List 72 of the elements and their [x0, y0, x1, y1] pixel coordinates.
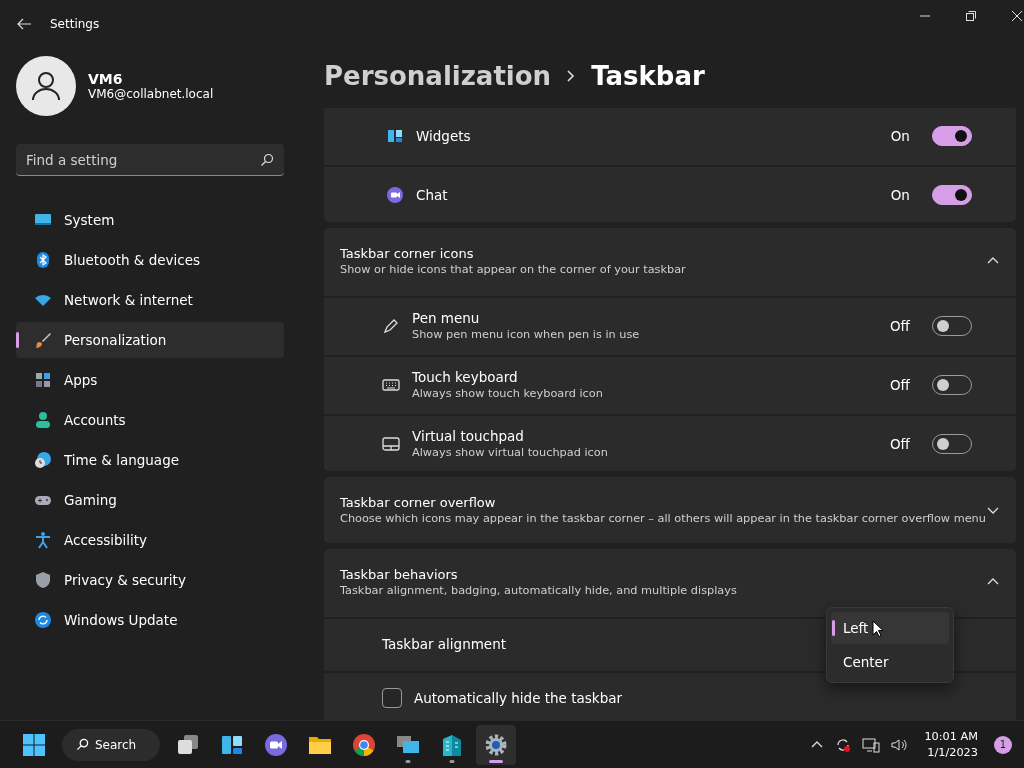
notification-badge[interactable]: 1: [994, 735, 1012, 754]
clock-date: 1/1/2023: [927, 744, 978, 761]
clock-time: 10:01 AM: [924, 728, 978, 745]
toggle-status: On: [890, 186, 910, 203]
back-arrow-icon: [16, 16, 32, 32]
apps-icon: [34, 371, 52, 389]
toggle-status: Off: [889, 435, 910, 452]
building-icon: [440, 732, 464, 757]
toggle-status: Off: [889, 317, 910, 334]
task-view-icon: [176, 732, 200, 757]
setting-label: Taskbar alignment: [382, 636, 508, 652]
toggle-switch[interactable]: [931, 184, 972, 205]
chat-icon: [386, 185, 404, 204]
user-email: VM6@collabnet.local: [88, 87, 214, 101]
menu-option[interactable]: Left: [831, 612, 949, 644]
nav-item[interactable]: Personalization: [16, 322, 284, 358]
setting-description: Always show virtual touchpad icon: [412, 446, 609, 459]
taskbar-search[interactable]: Search: [62, 728, 160, 761]
group-title: Taskbar corner overflow: [340, 495, 497, 510]
setting-label: Pen menu: [412, 310, 481, 326]
shield-icon: [34, 571, 52, 589]
taskbar-button[interactable]: [476, 724, 516, 765]
window-title: Settings: [50, 17, 100, 31]
nav-item[interactable]: Gaming: [16, 482, 284, 518]
setting-label: Virtual touchpad: [412, 428, 525, 444]
nav-item[interactable]: Accessibility: [16, 522, 284, 558]
group-subtitle: Taskbar alignment, badging, automatically hide, and multiple displays: [340, 584, 737, 597]
windows-icon: [22, 732, 46, 757]
user-name: VM6: [88, 71, 124, 87]
setting-description: Always show touch keyboard icon: [412, 387, 604, 400]
nav-item[interactable]: Time & language: [16, 442, 284, 478]
setting-label: Chat: [416, 186, 449, 203]
group-title: Taskbar behaviors: [340, 567, 459, 582]
search-icon: [260, 152, 274, 167]
setting-label: Widgets: [416, 127, 472, 144]
avatar: [16, 56, 76, 116]
nav-item[interactable]: Network & internet: [16, 282, 284, 318]
chat-icon: [264, 732, 288, 757]
group-subtitle: Choose which icons may appear in the taskbar corner – all others will appear in the taskbar corner overflow menu: [340, 512, 986, 525]
nav-item[interactable]: Windows Update: [16, 602, 284, 638]
gear-icon: [484, 732, 508, 757]
nav-item[interactable]: Apps: [16, 362, 284, 398]
globe-clock-icon: [34, 451, 52, 469]
search-field[interactable]: Find a setting: [16, 144, 284, 176]
bluetooth-icon: [34, 251, 52, 269]
person-icon: [34, 411, 52, 429]
nav-item[interactable]: Bluetooth & devices: [16, 242, 284, 278]
network-icon: [862, 735, 881, 754]
setting-label: Touch keyboard: [412, 369, 519, 385]
browser-icon: [352, 732, 376, 757]
setting-label: Automatically hide the taskbar: [414, 690, 624, 706]
toggle-status: Off: [889, 376, 910, 393]
restore-icon: [965, 11, 976, 21]
menu-option[interactable]: Center: [831, 646, 949, 678]
close-icon: [1011, 11, 1022, 21]
accessibility-icon: [34, 531, 52, 549]
checkbox[interactable]: [382, 688, 402, 708]
toggle-status: On: [890, 127, 910, 144]
cursor-icon: [872, 619, 884, 637]
nav-item[interactable]: Privacy & security: [16, 562, 284, 598]
breadcrumb-link[interactable]: Personalization: [324, 61, 552, 91]
nav-item[interactable]: System: [16, 202, 284, 238]
toggle-switch[interactable]: [931, 125, 972, 146]
group-title: Taskbar corner icons: [340, 246, 475, 261]
touchpad-icon: [382, 434, 400, 453]
search-icon: [76, 738, 89, 751]
setting-description: Show pen menu icon when pen is in use: [412, 328, 641, 341]
page-title: Taskbar: [591, 61, 705, 91]
group-subtitle: Show or hide icons that appear on the corner of your taskbar: [340, 263, 686, 276]
paintbrush-icon: [34, 331, 52, 349]
sync-icon: [34, 611, 52, 629]
nav-item[interactable]: Accounts: [16, 402, 284, 438]
